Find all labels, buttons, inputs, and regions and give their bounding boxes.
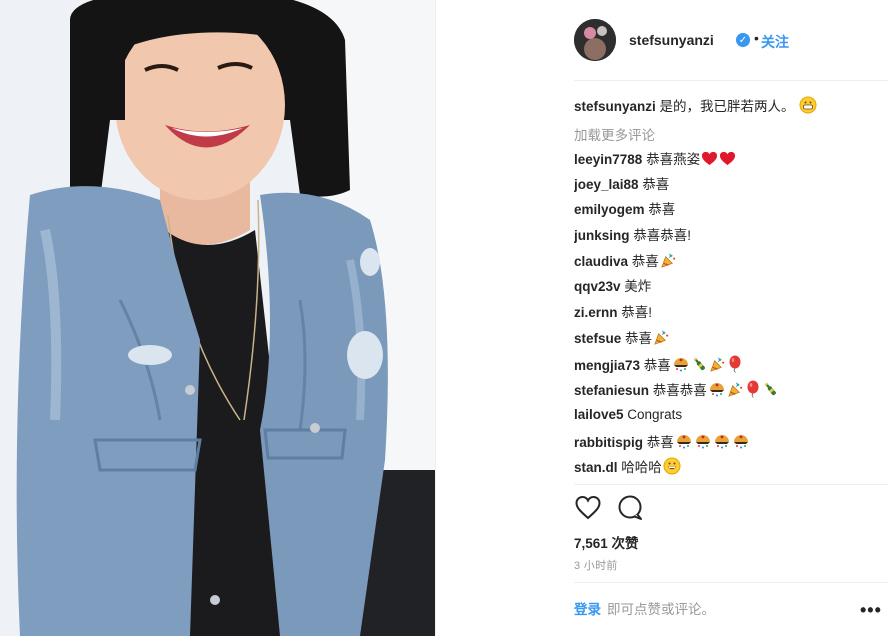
caption-text: 是的，我已胖若两人。 <box>659 99 795 114</box>
comment-row: stan.dl 哈哈哈 <box>574 457 681 480</box>
comment-text: 恭喜! <box>621 304 653 320</box>
comment-row: mengjia73 恭喜 <box>574 355 743 378</box>
avatar[interactable] <box>574 19 616 61</box>
comment-row: emilyogem 恭喜 <box>574 201 675 219</box>
confetti-ball-icon <box>675 432 693 455</box>
comment-text: 恭喜恭喜! <box>633 227 692 243</box>
comment-row: rabbitispig 恭喜 <box>574 432 750 455</box>
confetti-ball-icon <box>694 432 712 455</box>
comment-row: junksing 恭喜恭喜! <box>574 227 691 245</box>
comment-username[interactable]: junksing <box>574 228 630 243</box>
confetti-ball-icon <box>708 380 726 403</box>
caption: stefsunyanzi 是的，我已胖若两人。 <box>574 96 817 119</box>
login-link[interactable]: 登录 <box>574 602 601 617</box>
load-more-comments-link[interactable]: 加载更多评论 <box>574 124 655 144</box>
comment-text: 恭喜 <box>631 254 659 270</box>
comment-username[interactable]: claudiva <box>574 254 628 269</box>
verified-badge-icon: ✓ <box>736 33 750 47</box>
comment-row: qqv23v 美炸 <box>574 278 651 296</box>
comment-text: 美炸 <box>624 279 652 294</box>
grinning-face-icon <box>663 457 681 480</box>
comment-text: 恭喜 <box>643 357 671 373</box>
comment-username[interactable]: rabbitispig <box>574 435 643 450</box>
comment-username[interactable]: joey_lai88 <box>574 177 639 192</box>
comment-row: stefaniesun 恭喜恭喜 <box>574 380 779 403</box>
comment-username[interactable]: leeyin7788 <box>574 152 642 167</box>
balloon-icon <box>745 380 761 403</box>
party-popper-icon <box>660 252 677 274</box>
comment-username[interactable]: emilyogem <box>574 202 645 217</box>
party-popper-icon <box>709 356 726 378</box>
photo-illustration <box>0 0 435 636</box>
comment-row: leeyin7788 恭喜燕姿 <box>574 150 736 172</box>
header-divider <box>574 80 888 81</box>
comment-username[interactable]: lailove5 <box>574 407 624 422</box>
comment-text: 恭喜 <box>646 434 674 450</box>
comment-row: zi.ernn 恭喜! <box>574 304 652 322</box>
comment-row: lailove5 Congrats <box>574 406 682 424</box>
champagne-icon <box>691 356 708 378</box>
comment-text: 恭喜 <box>648 202 676 218</box>
comment-username[interactable]: stefaniesun <box>574 383 649 398</box>
comment-username[interactable]: mengjia73 <box>574 358 640 373</box>
comment-text: 恭喜燕姿 <box>646 152 701 167</box>
comment-row: claudiva 恭喜 <box>574 252 677 274</box>
red-heart-icon <box>701 150 718 172</box>
party-popper-icon <box>727 381 744 403</box>
header-dot-separator: • <box>754 30 759 46</box>
comment-username[interactable]: qqv23v <box>574 279 621 294</box>
more-options-icon[interactable]: ••• <box>860 600 882 621</box>
comment-row: stefsue 恭喜 <box>574 329 670 351</box>
confetti-ball-icon <box>713 432 731 455</box>
comment-text: Congrats <box>627 407 683 422</box>
login-prompt-text: 即可点赞或评论。 <box>607 602 715 617</box>
comment-text: 恭喜恭喜 <box>652 383 707 399</box>
red-heart-icon <box>719 150 736 172</box>
comment-text: 哈哈哈 <box>621 460 662 476</box>
comment-row: joey_lai88 恭喜 <box>574 176 669 194</box>
avatar-image <box>574 19 616 61</box>
comment-bubble-icon[interactable] <box>616 494 644 522</box>
confetti-ball-icon <box>732 432 750 455</box>
login-prompt: 登录 即可点赞或评论。 <box>574 598 715 618</box>
confetti-ball-icon <box>672 355 690 378</box>
champagne-icon <box>762 381 779 403</box>
heart-outline-icon[interactable] <box>574 494 602 522</box>
comment-username[interactable]: stan.dl <box>574 460 618 475</box>
header-username[interactable]: stefsunyanzi <box>629 32 714 48</box>
comment-text: 恭喜 <box>625 331 653 347</box>
footer-divider <box>574 582 888 583</box>
comment-username[interactable]: stefsue <box>574 331 621 346</box>
comment-username[interactable]: zi.ernn <box>574 305 618 320</box>
caption-username[interactable]: stefsunyanzi <box>574 99 656 114</box>
post-time[interactable]: 3 小时前 <box>574 557 618 573</box>
comment-text: 恭喜 <box>642 176 670 192</box>
post-side-panel: stefsunyanzi ✓ • 关注 stefsunyanzi 是的，我已胖若… <box>436 0 888 636</box>
grinning-face-icon <box>799 96 817 119</box>
likes-count[interactable]: 7,561 次赞 <box>574 532 639 552</box>
comments-list[interactable]: stefsunyanzi 是的，我已胖若两人。 加载更多评论 leeyin778… <box>574 92 888 484</box>
party-popper-icon <box>653 329 670 351</box>
comments-divider <box>574 484 888 485</box>
balloon-icon <box>727 355 743 378</box>
follow-button[interactable]: 关注 <box>761 32 789 52</box>
post-photo <box>0 0 435 636</box>
